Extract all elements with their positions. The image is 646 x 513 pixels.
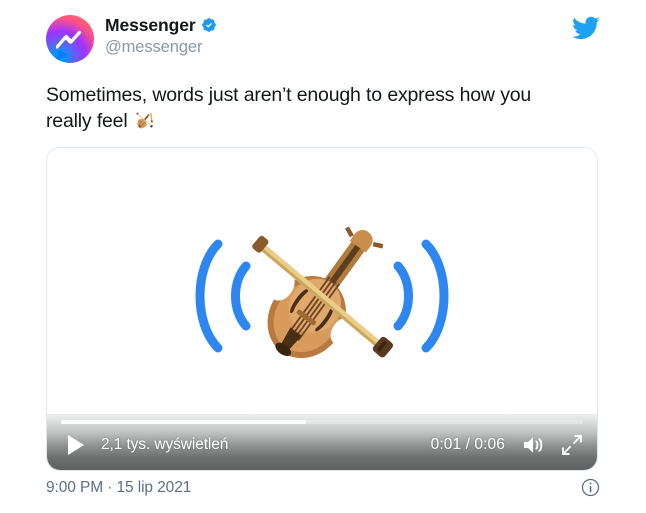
play-button[interactable] (65, 433, 87, 457)
tweet-card: Messenger @messenger Sometimes, words ju… (0, 0, 646, 513)
violin-with-sound-waves (195, 226, 449, 359)
tweet-header: Messenger @messenger (46, 14, 600, 70)
author-display-name[interactable]: Messenger (105, 15, 196, 36)
speaker-on-icon[interactable] (521, 434, 545, 456)
author-name-row: Messenger (105, 15, 217, 36)
expand-icon[interactable] (561, 434, 583, 456)
messenger-logo-avatar[interactable] (46, 15, 94, 63)
avatar-tail (55, 50, 67, 62)
view-count: 2,1 tys. wyświetleń (101, 436, 229, 453)
verified-badge-icon (201, 18, 216, 33)
info-circle-icon[interactable] (581, 478, 600, 497)
tweet-text-line-2: really feel (46, 110, 128, 132)
violin-emoji (136, 112, 153, 129)
author-handle[interactable]: @messenger (105, 38, 217, 57)
video-progress-bar[interactable] (61, 420, 583, 424)
video-controls-right: 0:01 / 0:06 (431, 434, 583, 456)
video-timecode: 0:01 / 0:06 (430, 436, 505, 453)
tweet-text-line-1: Sometimes, words just aren’t enough to e… (46, 84, 532, 106)
tweet-footer: 9:00 PM · 15 lip 2021 (46, 478, 600, 497)
tweet-text: Sometimes, words just aren’t enough to e… (46, 82, 600, 134)
video-progress-fill (61, 420, 307, 424)
video-player[interactable]: 2,1 tys. wyświetleń 0:01 / 0:06 (46, 147, 598, 471)
tweet-timestamp: 9:00 PM · 15 lip 2021 (46, 478, 192, 496)
author-identity: Messenger @messenger (105, 14, 217, 57)
twitter-bird-icon (572, 16, 600, 40)
video-controls[interactable]: 2,1 tys. wyświetleń 0:01 / 0:06 (47, 414, 597, 470)
